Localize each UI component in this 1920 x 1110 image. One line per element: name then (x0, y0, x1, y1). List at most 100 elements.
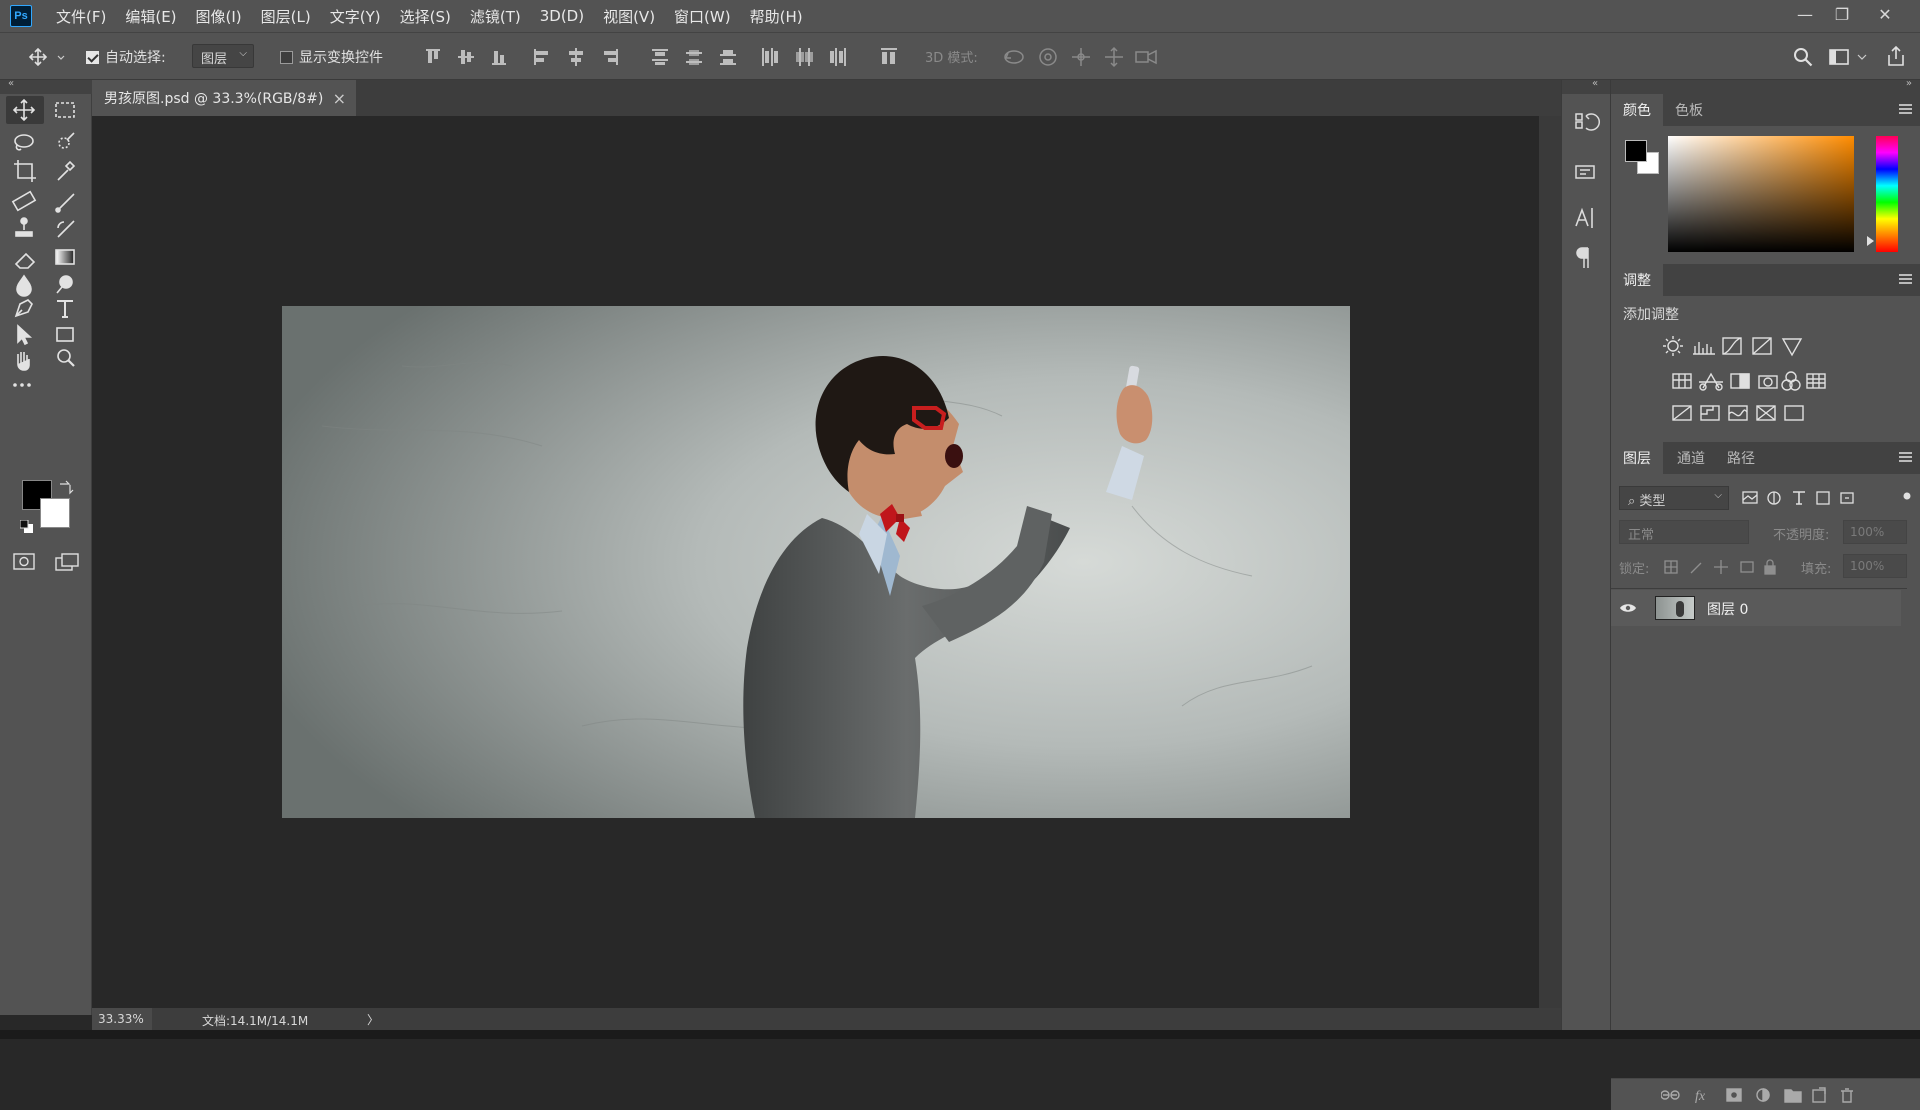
show-transform-checkbox[interactable]: 显示变换控件 (280, 47, 383, 67)
tools-panel-header[interactable]: « (0, 78, 92, 94)
collapse-icon[interactable]: « (8, 78, 14, 89)
add-adjustment-label: 添加调整 (1623, 307, 1679, 323)
layer-name[interactable]: 图层 0 (1707, 599, 1748, 619)
document-tab-title: 男孩原图.psd @ 33.3%(RGB/8#) (104, 91, 324, 107)
align-left-icon (534, 49, 548, 65)
layer-row[interactable]: 图层 0 (1611, 590, 1901, 626)
tab-color[interactable]: 颜色 (1611, 94, 1663, 126)
auto-select-target-dropdown[interactable]: 图层 ⌵ (192, 44, 254, 68)
align-distribute-group (422, 43, 882, 71)
document-tab[interactable]: 男孩原图.psd @ 33.3%(RGB/8#) × (92, 80, 356, 116)
color-panel-menu-icon[interactable] (1899, 104, 1912, 114)
tab-layers[interactable]: 图层 (1611, 442, 1663, 474)
tab-channels[interactable]: 通道 (1665, 442, 1717, 474)
filter-type-icon (1793, 491, 1805, 505)
hue-saturation-icon (1672, 373, 1692, 389)
distribute-hcenter-icon (796, 48, 813, 66)
color-panel-foreground-swatch[interactable] (1625, 140, 1647, 162)
path-select-tool-icon (17, 324, 33, 346)
hand-tool-icon (17, 352, 30, 371)
default-colors-icon[interactable] (20, 520, 34, 534)
collapse-dock-icon[interactable]: » (1906, 78, 1912, 89)
menu-image[interactable]: 图像(I) (196, 6, 242, 27)
3d-mode-icons (1002, 43, 1162, 71)
restore-button[interactable]: ❐ (1822, 0, 1862, 28)
marquee-tool-icon (55, 102, 75, 118)
quick-select-tool-icon (58, 132, 75, 149)
background-color-swatch[interactable] (40, 498, 70, 528)
chevron-down-icon: ⌵ (1714, 490, 1722, 501)
auto-select-check-box[interactable] (86, 51, 99, 64)
tab-paths[interactable]: 路径 (1715, 442, 1767, 474)
pan-3d-icon (1072, 48, 1090, 66)
menu-view[interactable]: 视图(V) (603, 6, 655, 27)
align-hcenter-icon (569, 48, 583, 66)
opacity-label: 不透明度: (1773, 528, 1830, 543)
share-icon[interactable] (1884, 43, 1908, 69)
layer-filter-dropdown[interactable]: ⌕ 类型 ⌵ (1619, 486, 1729, 510)
menu-layer[interactable]: 图层(L) (261, 6, 311, 27)
strip-icons (1575, 113, 1601, 268)
align-right-icon (604, 49, 618, 65)
photoshop-logo[interactable]: Ps (10, 5, 32, 27)
minimize-button[interactable]: — (1785, 0, 1825, 28)
hue-slider-marker-icon[interactable] (1867, 236, 1874, 246)
menu-edit[interactable]: 编辑(E) (125, 6, 176, 27)
menu-type[interactable]: 文字(Y) (330, 6, 381, 27)
blend-mode-value: 正常 (1628, 528, 1655, 543)
delete-layer-icon (1841, 1088, 1853, 1103)
brush-tool-icon (55, 193, 75, 213)
hue-slider[interactable] (1876, 136, 1898, 252)
new-group-icon (1784, 1089, 1802, 1103)
layer-filter-icons[interactable] (1741, 488, 1916, 508)
lock-icons[interactable] (1663, 558, 1783, 576)
move-tool-preset-picker[interactable] (22, 45, 66, 69)
adjustment-icons[interactable] (1653, 332, 1873, 428)
menu-help[interactable]: 帮助(H) (750, 6, 803, 27)
pen-tool-icon (14, 299, 33, 318)
strip-header[interactable]: « (1562, 78, 1610, 94)
link-layers-icon (1661, 1090, 1680, 1100)
opacity-field[interactable]: 100% (1843, 520, 1907, 544)
clone-stamp-tool-icon (15, 217, 33, 237)
levels-icon (1693, 342, 1715, 355)
expand-icon[interactable]: « (1592, 78, 1598, 89)
properties-panel-icon (1575, 165, 1595, 179)
menu-filter[interactable]: 滤镜(T) (470, 6, 521, 27)
menu-select[interactable]: 选择(S) (400, 6, 451, 27)
canvas-image[interactable] (282, 306, 1350, 818)
tab-swatches[interactable]: 色板 (1663, 94, 1715, 126)
adjustments-panel-menu-icon[interactable] (1899, 274, 1912, 284)
filter-value: 类型 (1639, 494, 1666, 509)
auto-align-icon[interactable] (880, 45, 898, 69)
close-tab-icon[interactable]: × (333, 89, 346, 108)
show-transform-check-box[interactable] (280, 51, 293, 64)
search-icon[interactable] (1792, 45, 1814, 69)
tab-adjustments[interactable]: 调整 (1611, 264, 1663, 296)
visibility-eye-icon[interactable] (1619, 602, 1637, 614)
auto-select-label: 自动选择: (105, 50, 166, 66)
menu-3d[interactable]: 3D(D) (540, 7, 584, 25)
vertical-scrollbar[interactable] (1539, 116, 1561, 1008)
zoom-level-field[interactable]: 33.33% (92, 1008, 152, 1030)
status-menu-arrow[interactable]: 〉 (367, 1011, 379, 1028)
swap-colors-icon[interactable] (58, 480, 74, 496)
color-field[interactable] (1668, 136, 1854, 252)
layers-panel-menu-icon[interactable] (1899, 452, 1912, 462)
tools-panel: « (0, 78, 92, 1015)
menu-file[interactable]: 文件(F) (56, 6, 106, 27)
blend-mode-dropdown[interactable]: 正常 (1619, 520, 1749, 544)
auto-select-checkbox[interactable]: 自动选择: (86, 47, 166, 67)
gradient-tool-icon (55, 249, 75, 265)
filter-pixel-icon (1742, 491, 1758, 504)
menu-window[interactable]: 窗口(W) (674, 6, 731, 27)
fill-label: 填充: (1801, 562, 1832, 577)
distribute-left-icon (762, 48, 778, 66)
distribute-vcenter-icon (686, 50, 702, 65)
align-vcenter-icon (458, 50, 474, 64)
workspace-switcher-button[interactable] (1828, 45, 1870, 69)
layers-footer-icons[interactable]: fx (1661, 1086, 1911, 1104)
dock-header[interactable]: » (1611, 78, 1920, 94)
fill-field[interactable]: 100% (1843, 554, 1907, 578)
close-window-button[interactable]: ✕ (1865, 0, 1905, 28)
